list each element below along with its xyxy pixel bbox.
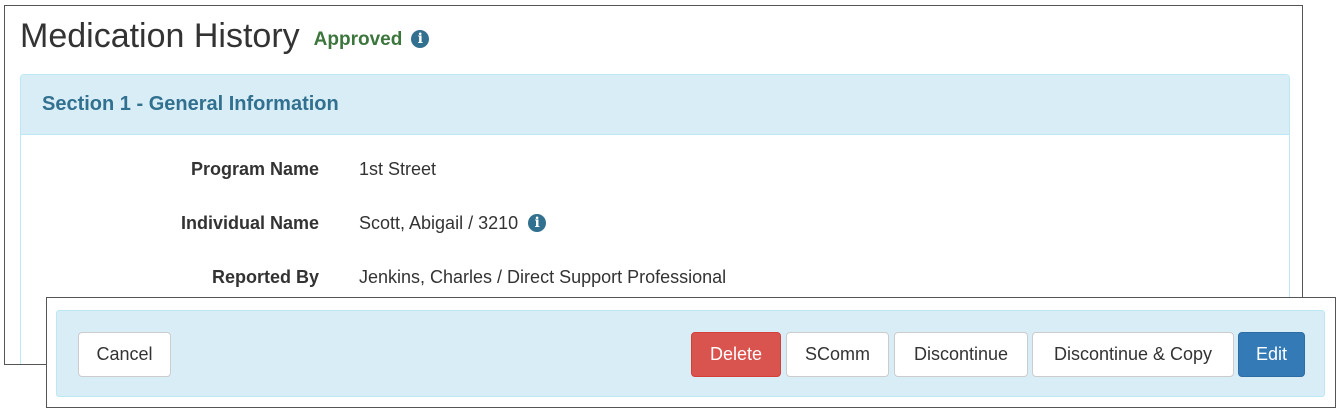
page-title: Medication History	[20, 16, 300, 55]
section-title: Section 1 - General Information	[42, 93, 339, 115]
field-label: Individual Name	[180, 212, 319, 233]
field-row-reported-by: Reported By Jenkins, Charles / Direct Su…	[21, 265, 1289, 289]
individual-name-value: Scott, Abigail / 3210	[359, 212, 519, 233]
delete-button[interactable]: Delete	[691, 332, 781, 377]
scomm-button[interactable]: SComm	[786, 332, 889, 377]
action-bar: Cancel Delete SComm Discontinue Disconti…	[56, 310, 1325, 397]
title-row: Medication History Approved i	[20, 14, 430, 58]
program-name-value: 1st Street	[359, 158, 437, 179]
field-value: Jenkins, Charles / Direct Support Profes…	[359, 267, 726, 288]
info-circle-icon[interactable]: i	[528, 214, 547, 232]
field-value: Scott, Abigail / 3210 i	[359, 212, 547, 234]
action-bar-window: Cancel Delete SComm Discontinue Disconti…	[46, 297, 1336, 408]
panel-heading: Section 1 - General Information	[21, 75, 1289, 135]
field-row-individual-name: Individual Name Scott, Abigail / 3210 i	[21, 211, 1289, 235]
field-label: Reported By	[211, 266, 319, 287]
discontinue-copy-button[interactable]: Discontinue & Copy	[1032, 332, 1234, 377]
info-circle-icon[interactable]: i	[411, 30, 430, 48]
edit-button[interactable]: Edit	[1238, 332, 1305, 377]
cancel-button[interactable]: Cancel	[78, 332, 171, 377]
field-row-program-name: Program Name 1st Street	[21, 157, 1289, 181]
reported-by-value: Jenkins, Charles / Direct Support Profes…	[359, 266, 727, 287]
discontinue-button[interactable]: Discontinue	[894, 332, 1028, 377]
status-badge: Approved	[313, 29, 403, 50]
field-label: Program Name	[190, 158, 319, 179]
field-value: 1st Street	[359, 159, 436, 180]
